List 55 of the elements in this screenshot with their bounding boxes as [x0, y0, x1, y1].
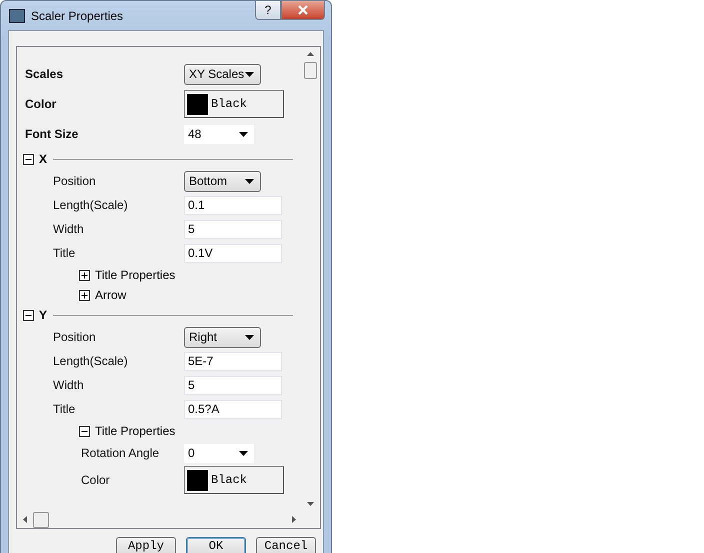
color-button[interactable]: Black: [184, 466, 284, 494]
property-label: Color: [80, 473, 111, 487]
expander-icon[interactable]: [23, 154, 34, 164]
property-label: Color: [24, 97, 58, 111]
caret-icon: [239, 132, 248, 136]
expander-icon[interactable]: [79, 290, 90, 300]
property-label: Width: [52, 378, 85, 392]
property-label: Length(Scale): [52, 354, 129, 368]
dropdown[interactable]: XY Scales: [184, 64, 261, 84]
up-arrow-icon[interactable]: [307, 52, 314, 56]
expander-icon[interactable]: [79, 426, 90, 436]
dialog-button[interactable]: Cancel: [256, 537, 316, 553]
property-label: Title: [52, 402, 76, 416]
scrollbar-thumb[interactable]: [33, 512, 49, 528]
combo-field[interactable]: 0: [184, 444, 254, 462]
expander-icon[interactable]: [79, 270, 90, 280]
property-label: Width: [52, 222, 85, 236]
input-field[interactable]: 5E-7: [184, 352, 282, 370]
dropdown[interactable]: Bottom: [184, 170, 261, 192]
group-label: Y: [39, 308, 48, 322]
dropdown[interactable]: Right: [184, 326, 261, 348]
input-field[interactable]: 0.1V: [184, 244, 282, 262]
down-arrow-icon[interactable]: [307, 502, 314, 506]
input-field[interactable]: 5: [184, 220, 282, 238]
combo-field[interactable]: 48: [184, 124, 254, 144]
window-icon: [9, 8, 25, 22]
property-label: Title: [52, 246, 76, 260]
input-field[interactable]: 5: [184, 376, 282, 394]
property-label: Font Size: [24, 127, 80, 141]
right-arrow-icon[interactable]: [292, 516, 296, 523]
input-field[interactable]: 0.5?A: [184, 400, 282, 418]
property-label: Rotation Angle: [80, 446, 160, 460]
left-arrow-icon[interactable]: [23, 516, 27, 523]
help-button[interactable]: ?: [255, 1, 281, 20]
caret-icon: [239, 450, 248, 456]
caret-icon: [245, 334, 254, 340]
caret-icon: [245, 72, 254, 76]
property-label: Length(Scale): [52, 198, 129, 212]
caret-icon: [245, 178, 254, 184]
scrollbar-thumb[interactable]: [304, 62, 317, 79]
property-label: Position: [52, 174, 97, 188]
dialog-button[interactable]: OK: [186, 537, 246, 553]
input-field[interactable]: 0.1: [184, 196, 282, 214]
property-label: Position: [52, 330, 97, 344]
group-label: X: [39, 152, 48, 166]
color-button[interactable]: Black: [184, 90, 284, 118]
group-label: Title Properties: [95, 268, 176, 282]
close-button[interactable]: [281, 1, 325, 20]
group-label: Arrow: [95, 288, 126, 302]
expander-icon[interactable]: [23, 310, 34, 320]
close-icon: [297, 5, 309, 15]
group-label: Title Properties: [95, 424, 176, 438]
dialog-button[interactable]: Apply: [116, 537, 176, 553]
window-title: Scaler Properties: [31, 8, 124, 22]
property-label: Scales: [24, 67, 64, 81]
